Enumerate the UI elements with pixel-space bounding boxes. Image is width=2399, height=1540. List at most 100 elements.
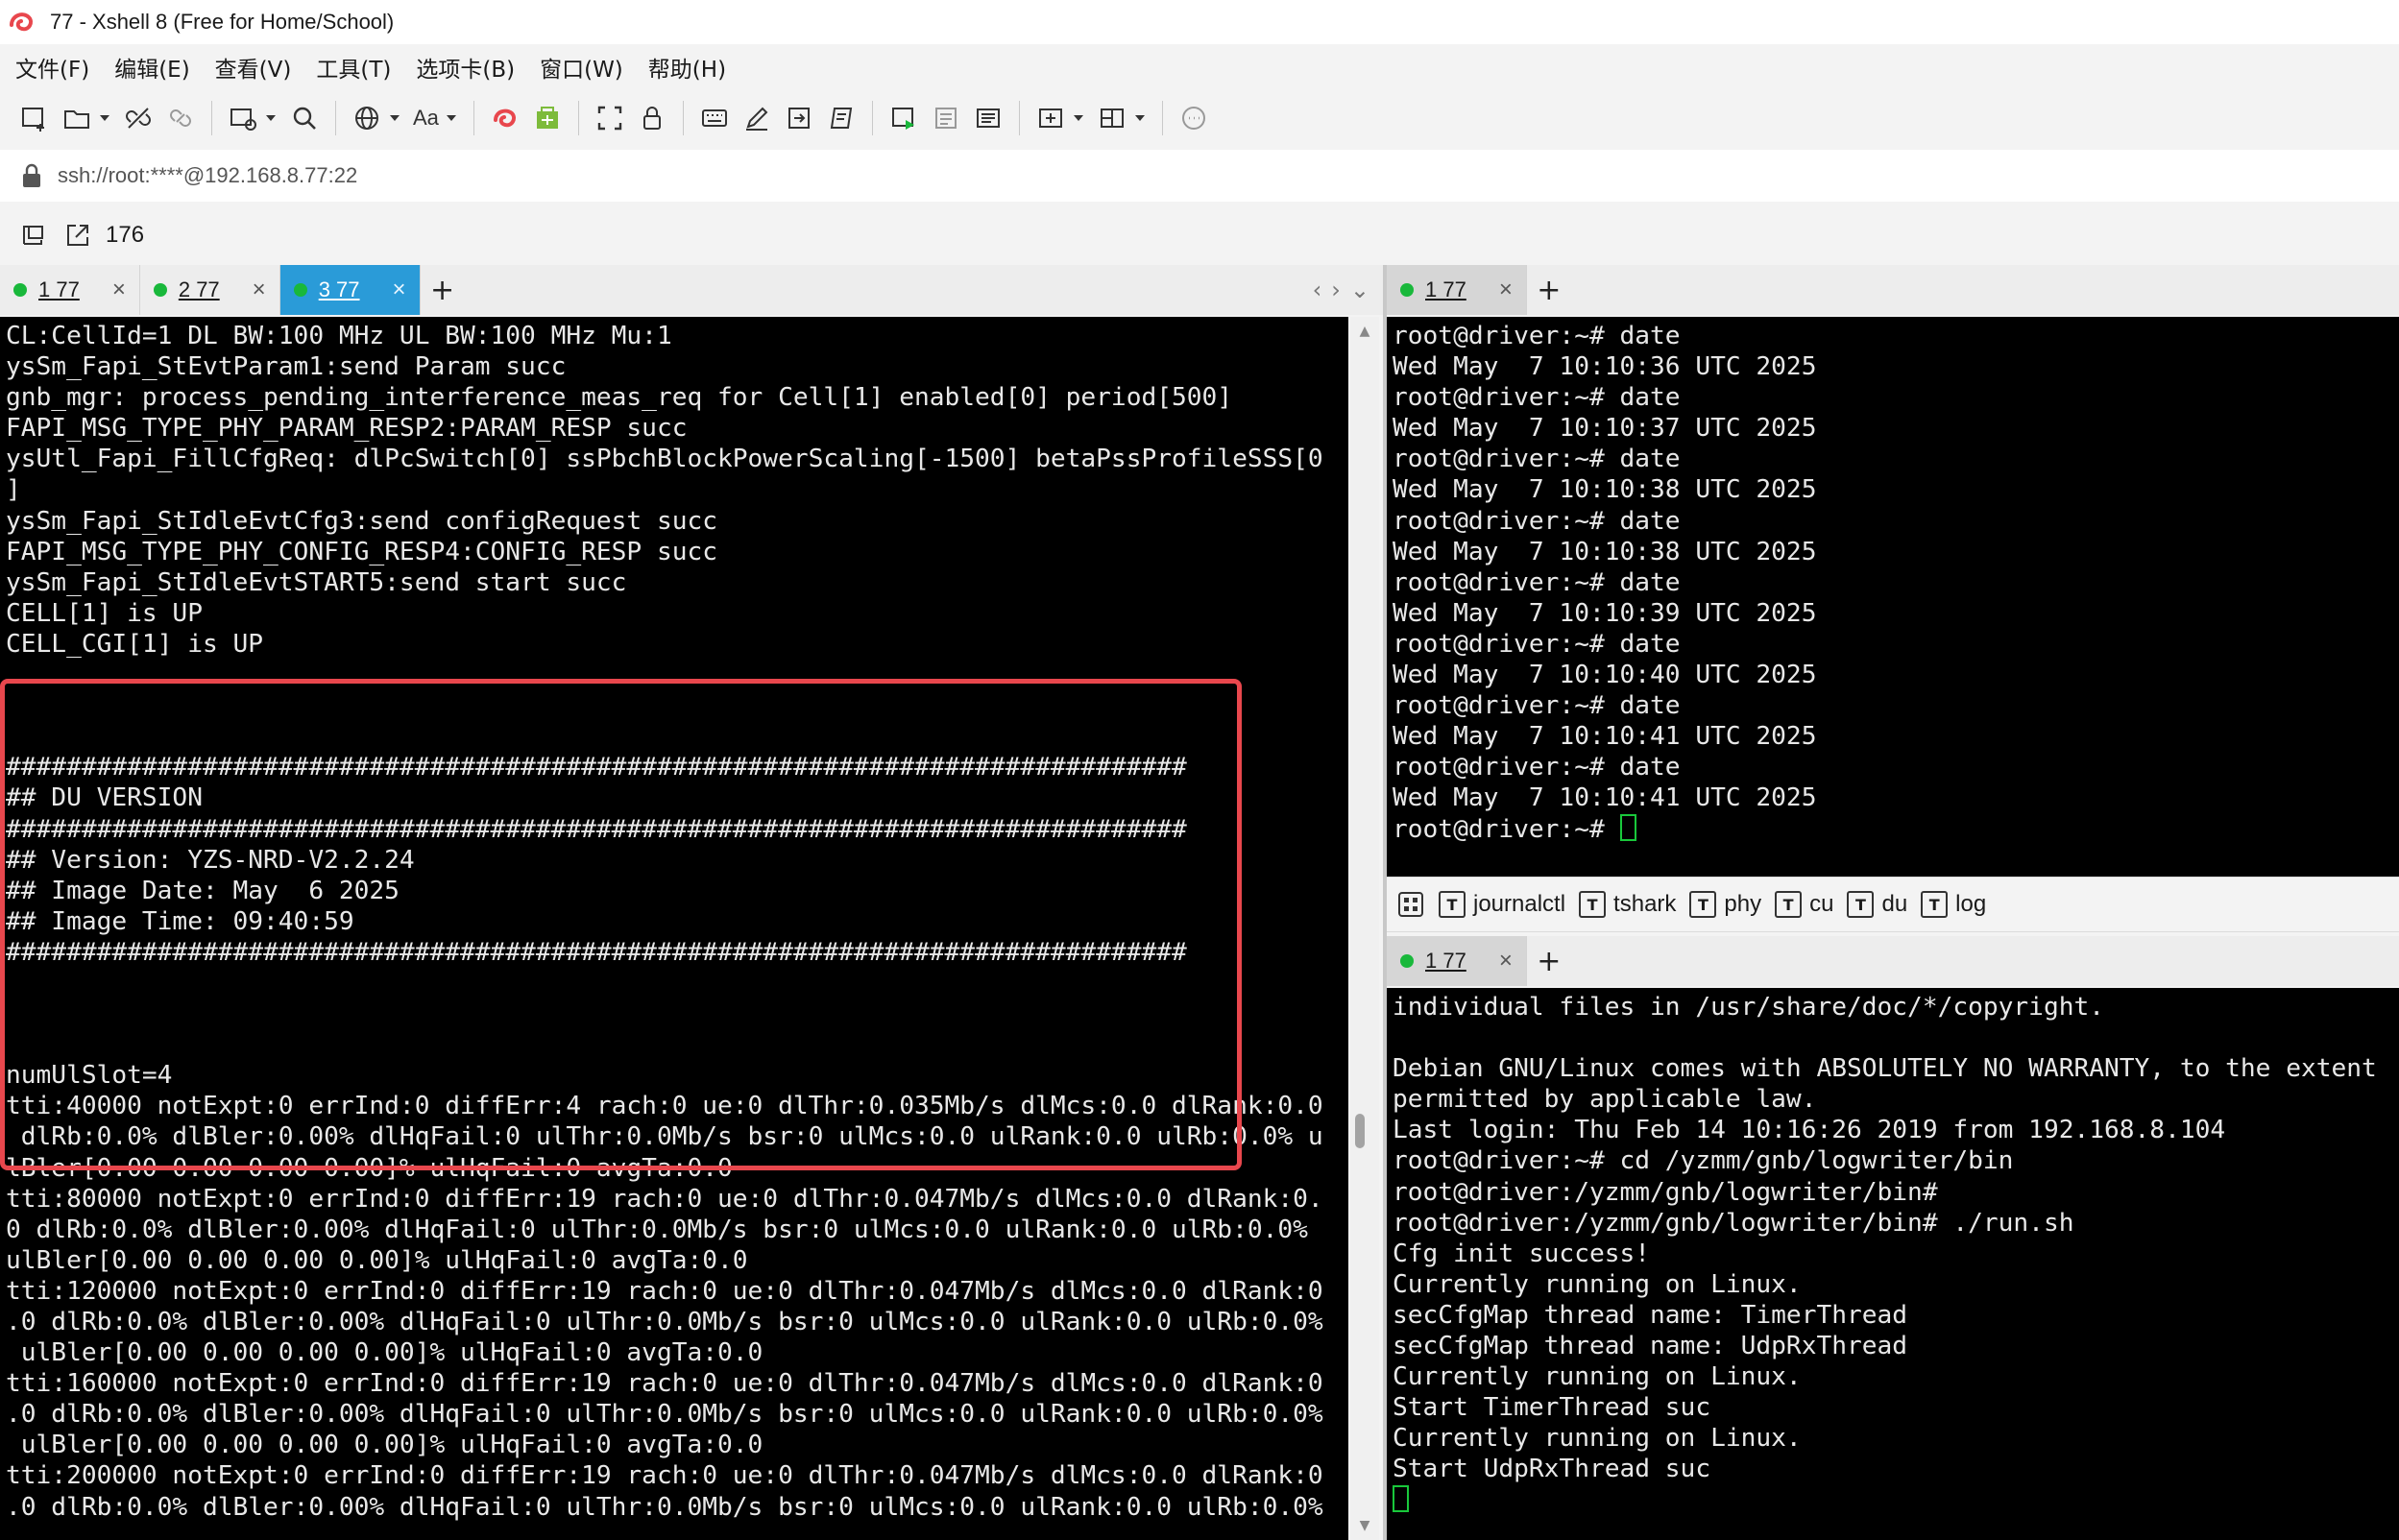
text-command-icon: T [1775,891,1803,918]
menu-tools[interactable]: 工具(T) [310,47,397,87]
connected-status-icon [13,283,27,297]
close-icon[interactable]: × [253,277,266,303]
transfer-dropdown-icon[interactable] [264,99,278,137]
terminal-line: ] [6,475,21,505]
new-tab-dropdown-icon[interactable] [1072,99,1085,137]
scroll-up-icon[interactable]: ▲ [1350,317,1379,346]
tab-right-bottom-session[interactable]: 1 77 × [1387,936,1527,986]
reconnect-icon[interactable] [159,99,202,137]
close-icon[interactable]: × [1499,277,1513,303]
layout-dropdown-icon[interactable] [1133,99,1147,137]
tab-session-2[interactable]: 2 77 × [139,265,280,315]
chevron-right-icon[interactable]: › [1331,277,1341,303]
terminal-line: Currently running on Linux. [1393,1269,1802,1299]
lock-icon[interactable] [631,99,673,137]
terminal-line: Wed May 7 10:10:41 UTC 2025 [1393,722,1817,752]
tab-right-top-session[interactable]: 1 77 × [1387,265,1527,315]
globe-dropdown-icon[interactable] [388,99,401,137]
notes-icon[interactable] [967,99,1009,137]
session-manager-icon[interactable] [17,219,50,252]
address-bar[interactable]: ssh://root:****@192.168.8.77:22 [0,150,2399,202]
terminal-line: ulBler[0.00 0.00 0.00 0.00]% ulHqFail:0 … [6,1431,763,1460]
transfer-icon[interactable] [222,99,264,137]
right-top-terminal[interactable]: root@driver:~# date Wed May 7 10:10:36 U… [1387,317,2399,877]
add-tab-button[interactable]: + [1527,265,1571,315]
connected-status-icon [153,283,167,297]
log-icon[interactable] [925,99,967,137]
terminal-line: numUlSlot=4 [6,1061,173,1091]
external-link-icon[interactable] [61,219,94,252]
close-icon[interactable]: × [393,277,406,303]
keyboard-icon[interactable] [693,99,736,137]
quick-command-du[interactable]: Tdu [1847,891,1907,918]
layout-icon[interactable] [1091,99,1133,137]
open-folder-icon[interactable] [56,99,98,137]
terminal-line: ########################################… [6,753,1187,782]
right-bottom-terminal[interactable]: individual files in /usr/share/doc/*/cop… [1387,988,2399,1540]
xftp-transfer-icon[interactable] [526,99,569,137]
quick-command-tshark[interactable]: Ttshark [1579,891,1676,918]
disconnect-icon[interactable] [117,99,159,137]
menu-edit[interactable]: 编辑(E) [109,47,195,87]
menu-file[interactable]: 文件(F) [10,47,95,87]
font-dropdown-icon[interactable] [445,99,458,137]
quick-command-bar: Tjournalctl Ttshark Tphy Tcu Tdu Tlog [1387,877,2399,932]
quick-command-label: tshark [1613,891,1677,917]
right-bottom-terminal-output: individual files in /usr/share/doc/*/cop… [1387,988,2399,1516]
open-dropdown-icon[interactable] [98,99,111,137]
tab-session-3[interactable]: 3 77 × [279,265,421,315]
quick-command-phy[interactable]: Tphy [1689,891,1761,918]
compose-icon[interactable] [736,99,778,137]
connected-status-icon [1400,954,1414,968]
terminal-line: tti:40000 notExpt:0 errInd:0 diffErr:4 r… [6,1092,1323,1121]
toolbar-separator [871,101,873,135]
window-title: 77 - Xshell 8 (Free for Home/School) [50,10,395,34]
toolbar-separator [577,101,579,135]
quick-command-grid-icon[interactable] [1394,888,1427,921]
send-key-icon[interactable] [778,99,820,137]
new-tab-icon[interactable] [1030,99,1072,137]
right-bottom-tab-bar: 1 77 × + [1387,936,2399,986]
chevron-down-icon[interactable]: ⌄ [1350,277,1369,303]
quick-command-label: log [1955,891,1987,917]
left-terminal-scrollbar[interactable]: ▲ ▼ [1350,317,1379,1540]
terminal-line: Start UdpRxThread suc [1393,1455,1711,1484]
quick-command-journalctl[interactable]: Tjournalctl [1439,891,1565,918]
menu-window[interactable]: 窗口(W) [534,47,629,87]
search-icon[interactable] [283,99,326,137]
globe-icon[interactable] [346,99,388,137]
tab-session-1[interactable]: 1 77 × [0,265,140,315]
xftp-icon[interactable] [484,99,526,137]
terminal-line: Start TimerThread suc [1393,1393,1711,1423]
font-button[interactable]: Aa [407,99,445,137]
chevron-left-icon[interactable]: ‹ [1313,277,1322,303]
script-icon[interactable] [820,99,862,137]
terminal-cursor [1619,813,1636,841]
text-command-icon: T [1847,891,1875,918]
add-tab-button[interactable]: + [1527,936,1571,986]
terminal-line: root@driver:~# date [1393,629,1681,659]
add-tab-button[interactable]: + [421,265,465,315]
left-tab-bar: 1 77 × 2 77 × 3 77 × + ‹ › ⌄ [0,265,1383,315]
quick-command-log[interactable]: Tlog [1921,891,1986,918]
scroll-down-icon[interactable]: ▼ [1350,1511,1379,1540]
run-script-icon[interactable] [883,99,925,137]
chat-icon[interactable] [1173,99,1215,137]
menu-tab[interactable]: 选项卡(B) [410,47,521,87]
text-command-icon: T [1579,891,1607,918]
terminal-line: ulBler[0.00 0.00 0.00 0.00]% ulHqFail:0 … [6,1338,763,1368]
scrollbar-thumb[interactable] [1355,1114,1365,1148]
terminal-line: Wed May 7 10:10:40 UTC 2025 [1393,661,1817,690]
toolbar-separator [335,101,336,135]
quick-command-cu[interactable]: Tcu [1775,891,1833,918]
menu-help[interactable]: 帮助(H) [642,47,732,87]
terminal-line: Wed May 7 10:10:39 UTC 2025 [1393,598,1817,628]
left-terminal[interactable]: CL:CellId=1 DL BW:100 MHz UL BW:100 MHz … [0,317,1348,1540]
terminal-line: Currently running on Linux. [1393,1362,1802,1392]
menu-view[interactable]: 查看(V) [209,47,298,87]
close-icon[interactable]: × [1499,948,1513,975]
new-session-icon[interactable] [13,99,56,137]
fullscreen-icon[interactable] [589,99,631,137]
close-icon[interactable]: × [112,277,126,303]
terminal-line: ulBler[0.00 0.00 0.00 0.00]% ulHqFail:0 … [6,1245,748,1275]
